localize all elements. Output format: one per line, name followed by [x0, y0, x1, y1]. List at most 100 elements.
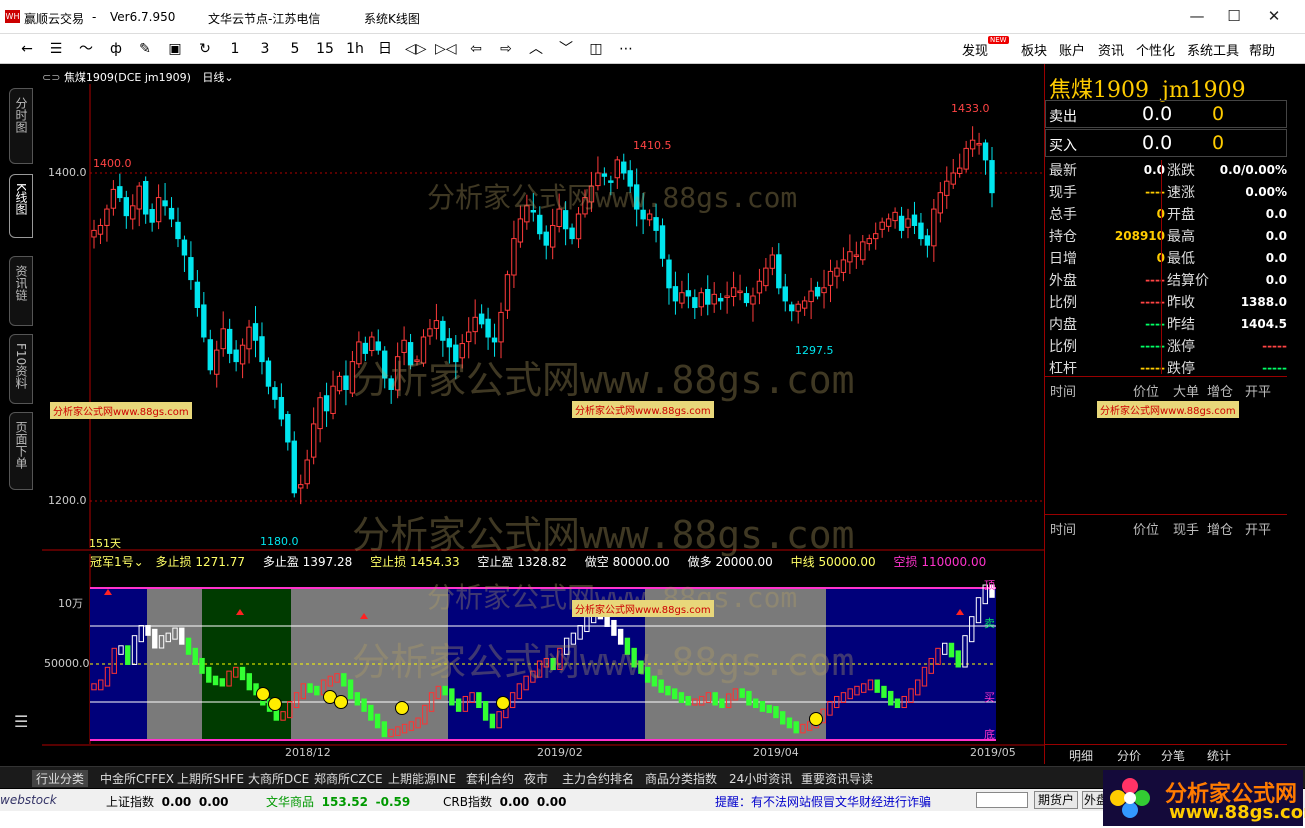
candle-icon[interactable]: ф — [106, 40, 126, 58]
futures-account-button[interactable]: 期货户 — [1034, 791, 1078, 809]
quote-label: 最低 — [1167, 251, 1195, 267]
buy-box[interactable]: 买入 0.0 0 — [1045, 129, 1287, 157]
x-label-may: 2019/05 — [970, 746, 1016, 759]
fraud-notice[interactable]: 提醒：有不法网站假冒文华财经进行诈骗 — [715, 793, 931, 810]
tab-news-chain[interactable]: 资讯链 — [9, 256, 33, 326]
maximize-icon[interactable]: ☐ — [1222, 6, 1246, 26]
menu-discover[interactable]: 发现 — [962, 40, 988, 59]
quick-input[interactable] — [976, 792, 1028, 808]
indicator-chevron-icon[interactable]: ⌄ — [134, 555, 144, 569]
indicator-bar — [955, 650, 961, 668]
exchange-tab[interactable]: 大商所DCE — [248, 770, 309, 787]
menu-personalize[interactable]: 个性化 — [1136, 40, 1175, 59]
menu-news[interactable]: 资讯 — [1098, 40, 1124, 59]
up-icon[interactable]: ︿ — [526, 40, 546, 58]
candle — [504, 274, 511, 311]
exchange-tab[interactable]: 郑商所CZCE — [314, 770, 383, 787]
tab-price-dist[interactable]: 分价 — [1117, 747, 1141, 764]
indicator-bar — [307, 683, 313, 693]
candle — [646, 213, 653, 221]
quote-value: ----- — [1262, 339, 1287, 353]
chart-link-icon[interactable]: ⊂⊃ — [42, 71, 64, 84]
back-icon[interactable]: ← — [17, 40, 37, 58]
layout-icon[interactable]: ◫ — [586, 40, 606, 58]
menu-system-tools[interactable]: 系统工具 — [1187, 40, 1239, 59]
chart-header: ⊂⊃ 焦煤1909(DCE jm1909) 日线⌄ — [42, 69, 234, 85]
period-day[interactable]: 日 — [375, 40, 395, 58]
indicator-bar — [550, 657, 556, 671]
list-icon[interactable]: ☰ — [46, 40, 66, 58]
period-select[interactable]: 日线 — [202, 71, 224, 84]
menu-list-icon[interactable]: ☰ — [14, 712, 28, 731]
period-3[interactable]: 3 — [256, 40, 274, 58]
exchange-tab[interactable]: 夜市 — [524, 770, 548, 787]
minimize-icon[interactable]: — — [1185, 6, 1209, 26]
index-wenhua[interactable]: 文华商品 153.52 -0.59 — [266, 793, 410, 810]
line-chart-icon[interactable]: 〜 — [76, 40, 96, 58]
scroll-left-icon[interactable]: ⇦ — [466, 40, 486, 58]
ind-zone-navy-3 — [826, 588, 996, 740]
param-label: 空止损 — [370, 555, 407, 569]
index-sse[interactable]: 上证指数 0.00 0.00 — [106, 793, 229, 810]
candle — [627, 170, 633, 187]
col-oi-change: 增仓 — [1207, 523, 1234, 538]
close-icon[interactable]: ✕ — [1262, 6, 1286, 26]
draw-tool-icon[interactable]: ✎ — [135, 40, 155, 58]
refresh-icon[interactable]: ↻ — [195, 40, 215, 58]
period-5[interactable]: 5 — [286, 40, 304, 58]
tab-stats[interactable]: 统计 — [1207, 747, 1231, 764]
quote-value: ---- — [1145, 273, 1165, 287]
tab-timeshare[interactable]: 分时图 — [9, 88, 33, 164]
exchange-tab[interactable]: 主力合约排名 — [562, 770, 634, 787]
indicator-bar — [476, 692, 482, 709]
tab-page-order[interactable]: 页面下单 — [9, 412, 33, 490]
candle — [853, 254, 860, 257]
scroll-right-icon[interactable]: ⇨ — [496, 40, 516, 58]
candle — [679, 292, 685, 304]
period-15[interactable]: 15 — [314, 40, 336, 58]
exchange-tab[interactable]: 上期所SHFE — [177, 770, 244, 787]
tab-f10[interactable]: F10资料 — [9, 334, 33, 404]
zoom-out-icon[interactable]: ▷◁ — [435, 40, 457, 58]
period-1h[interactable]: 1h — [344, 40, 366, 58]
param-label: 做多 — [687, 555, 712, 569]
exchange-tab[interactable]: 套利合约 — [466, 770, 514, 787]
candle — [433, 320, 440, 329]
exchange-tab[interactable]: 上期能源INE — [388, 770, 456, 787]
tab-ticks[interactable]: 分笔 — [1161, 747, 1185, 764]
menu-help[interactable]: 帮助 — [1249, 40, 1275, 59]
quote-label: 内盘 — [1049, 317, 1077, 333]
exchange-tab[interactable]: 24小时资讯 — [729, 770, 792, 787]
quote-value: 1388.0 — [1240, 295, 1287, 309]
menu-account[interactable]: 账户 — [1059, 40, 1085, 59]
candle — [356, 341, 362, 365]
save-icon[interactable]: ▣ — [165, 40, 185, 58]
sell-box[interactable]: 卖出 0.0 0 — [1045, 100, 1287, 128]
quote-label: 速涨 — [1167, 185, 1195, 201]
exchange-tab[interactable]: 商品分类指数 — [645, 770, 717, 787]
chart-area[interactable]: ⊂⊃ 焦煤1909(DCE jm1909) 日线⌄ 1400.0 1200.0 … — [42, 64, 1044, 764]
exchange-tab[interactable]: 重要资讯导读 — [801, 770, 873, 787]
exchange-tab[interactable]: 中金所CFFEX — [100, 770, 174, 787]
param-value: 1397.28 — [302, 555, 353, 569]
period-1[interactable]: 1 — [226, 40, 244, 58]
candle — [136, 185, 142, 210]
param-long: 做多 20000.00 — [688, 555, 773, 569]
exchange-tab[interactable]: 行业分类 — [32, 770, 89, 787]
candle — [220, 328, 226, 350]
zoom-in-icon[interactable]: ◁▷ — [405, 40, 427, 58]
param-duo-takeprofit: 多止盈 1397.28 — [263, 555, 352, 569]
index-crb[interactable]: CRB指数 0.00 0.00 — [443, 793, 566, 810]
indicator-bar — [651, 675, 658, 687]
chevron-down-icon[interactable]: ⌄ — [224, 71, 233, 84]
indicator-name[interactable]: 冠军1号 — [90, 555, 134, 569]
candle — [976, 142, 982, 146]
down-icon[interactable]: ﹀ — [556, 40, 576, 58]
menu-sectors[interactable]: 板块 — [1021, 40, 1047, 59]
tab-detail[interactable]: 明细 — [1069, 747, 1093, 764]
quote-label: 开盘 — [1167, 207, 1195, 223]
candle — [427, 328, 433, 337]
watermark-tag: 分析家公式网www.88gs.com — [572, 401, 714, 418]
more-icon[interactable]: ⋯ — [616, 40, 636, 58]
tab-kline[interactable]: K线图 — [9, 174, 33, 238]
